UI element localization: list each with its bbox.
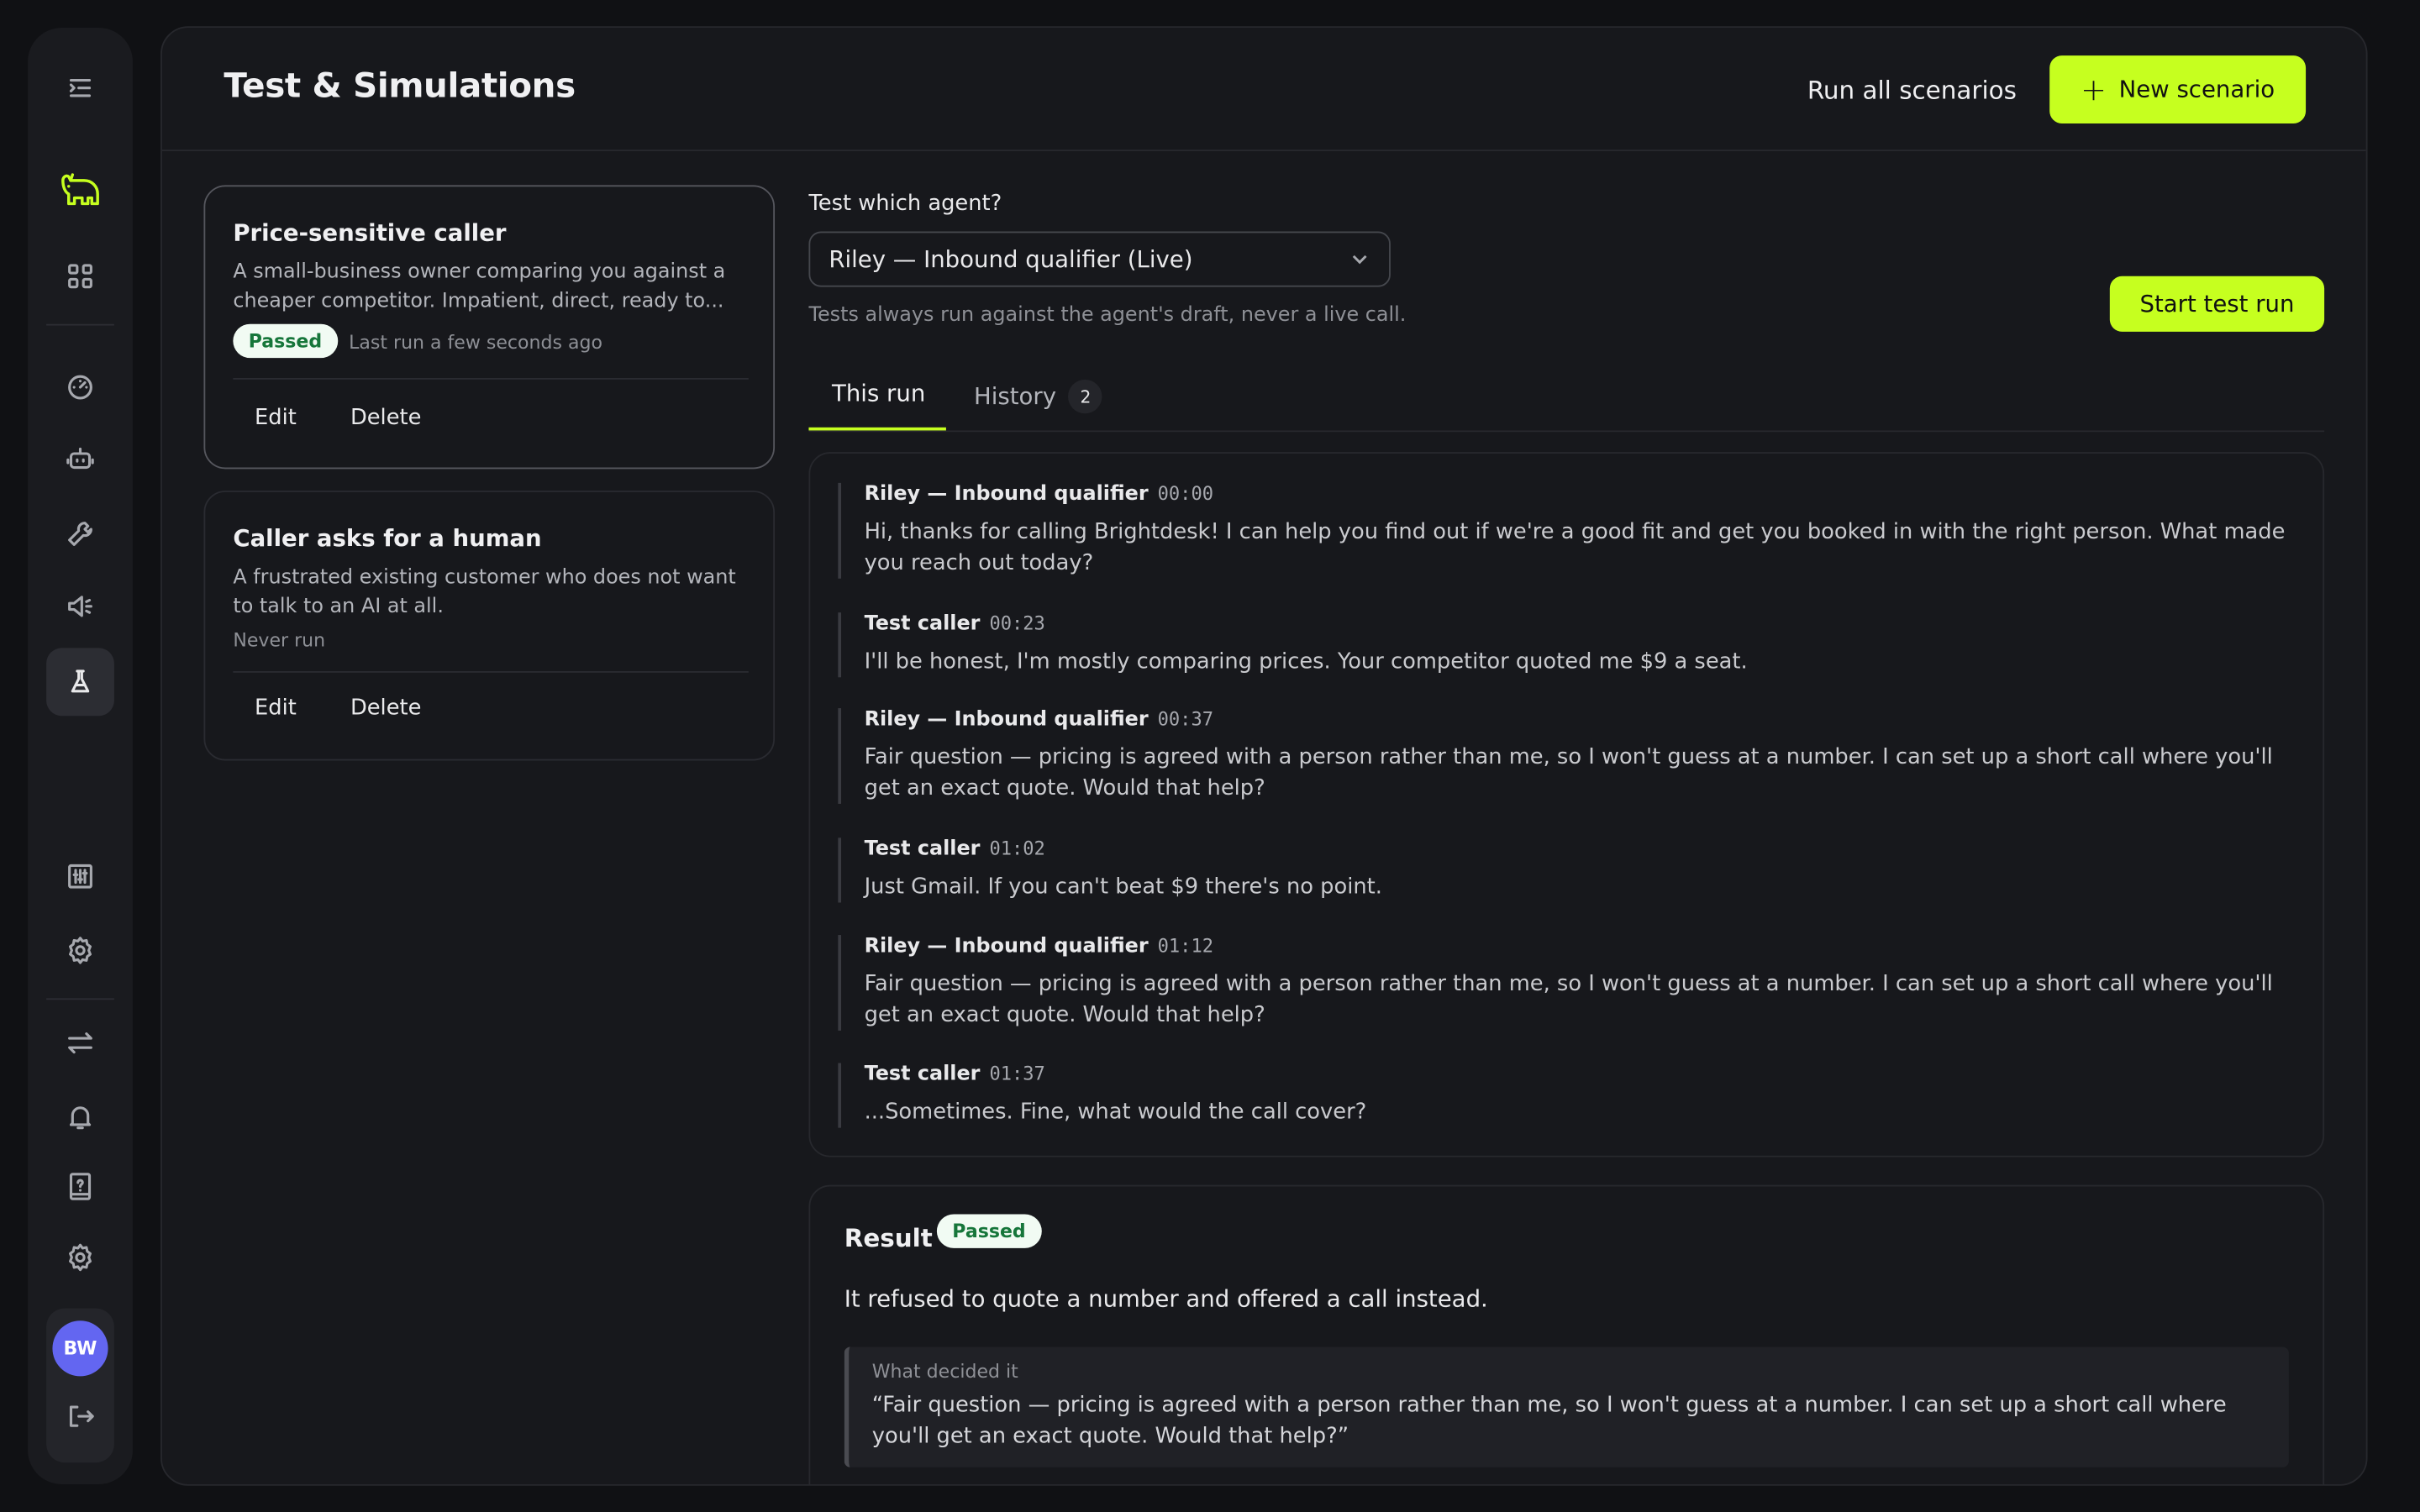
speaker-name: Test caller (864, 837, 981, 861)
scenario-title: Caller asks for a human (233, 524, 542, 553)
edit-button[interactable]: Edit (255, 406, 297, 430)
message-text: Hi, thanks for calling Brightdesk! I can… (864, 519, 2286, 576)
result-title: Result (844, 1223, 933, 1253)
account-gear-icon[interactable] (46, 1224, 114, 1292)
user-panel: BW (46, 1308, 114, 1463)
card-divider (233, 670, 749, 673)
evidence-quote-box: What decided it “Fair question — pricing… (844, 1347, 2289, 1467)
delete-button[interactable]: Delete (350, 696, 421, 720)
message-time: 00:37 (1157, 708, 1213, 730)
gear-icon[interactable] (46, 916, 114, 984)
run-all-scenarios-button[interactable]: Run all scenarios (1798, 70, 2026, 112)
page-title: Test & Simulations (224, 67, 576, 107)
speaker-name: Riley — Inbound qualifier (864, 482, 1149, 507)
history-count-badge: 2 (1068, 379, 1103, 414)
edit-button[interactable]: Edit (255, 696, 297, 720)
speaker-name: Riley — Inbound qualifier (864, 708, 1149, 732)
transcript-message: Riley — Inbound qualifier 00:00 Hi, thank… (838, 482, 2289, 579)
message-text: I'll be honest, I'm mostly comparing pri… (864, 649, 1748, 675)
agent-select-label: Test which agent? (808, 191, 1002, 217)
transcript-message: Riley — Inbound qualifier 00:37 Fair ques… (838, 708, 2289, 804)
swap-arrows-icon[interactable] (46, 1009, 114, 1077)
card-divider (233, 378, 749, 380)
agent-select-value: Riley — Inbound qualifier (Live) (829, 245, 1193, 274)
message-text: Fair question — pricing is agreed with a… (864, 972, 2273, 1028)
transcript-message: Test caller 00:23 I'll be honest, I'm mos… (838, 612, 2289, 678)
transcript-message: Riley — Inbound qualifier 01:12 Fair ques… (838, 935, 2289, 1031)
message-text: Just Gmail. If you can't beat $9 there's… (864, 874, 1382, 900)
transcript-message: Test caller 01:37 ...Sometimes. Fine, wha… (838, 1063, 2289, 1128)
status-badge: Passed (936, 1214, 1042, 1248)
transcript-message: Test caller 01:02 Just Gmail. If you can'… (838, 837, 2289, 903)
tab-this-run[interactable]: This run (832, 380, 925, 423)
message-time: 01:37 (989, 1063, 1045, 1085)
message-time: 00:00 (1157, 482, 1213, 505)
sidebar-divider (46, 323, 114, 326)
collapse-menu-icon[interactable] (46, 54, 114, 122)
new-scenario-label: New scenario (2118, 76, 2275, 104)
chevron-down-icon (1352, 255, 1367, 265)
evidence-quote: “Fair question — pricing is agreed with … (871, 1393, 2227, 1449)
tab-history-label: History (973, 382, 1057, 411)
wrench-icon[interactable] (46, 500, 114, 568)
message-time: 01:12 (1157, 935, 1213, 957)
plus-icon: + (2081, 71, 2107, 108)
page-header: Test & Simulations Run all scenarios + N… (161, 28, 2366, 152)
scenario-description: A frustrated existing customer who does … (233, 566, 736, 619)
agent-select-help: Tests always run against the agent's dra… (808, 303, 1407, 328)
speaker-name: Test caller (864, 612, 981, 636)
help-book-icon[interactable] (46, 1152, 114, 1221)
logout-icon[interactable] (65, 1401, 96, 1432)
robot-icon[interactable] (46, 426, 114, 494)
message-time: 01:02 (989, 837, 1045, 860)
status-badge: Passed (233, 323, 338, 359)
main-panel: Test & Simulations Run all scenarios + N… (160, 26, 2368, 1486)
new-scenario-button[interactable]: + New scenario (2049, 55, 2307, 123)
message-text: Fair question — pricing is agreed with a… (864, 745, 2273, 801)
speaker-name: Riley — Inbound qualifier (864, 935, 1149, 958)
scenario-card[interactable]: Caller asks for a human A frustrated exi… (203, 491, 776, 761)
message-time: 00:23 (989, 612, 1045, 634)
run-tabs: This run History 2 (808, 370, 2325, 433)
start-test-run-button[interactable]: Start test run (2109, 276, 2325, 332)
tab-history[interactable]: History 2 (973, 379, 1103, 429)
transcript-panel: Riley — Inbound qualifier 00:00 Hi, thank… (808, 452, 2325, 1158)
evidence-label: What decided it (871, 1361, 1018, 1383)
bell-icon[interactable] (46, 1083, 114, 1151)
bear-logo-icon[interactable] (46, 155, 114, 223)
sidebar: BW (28, 28, 133, 1484)
scenario-description: A small-business owner comparing you aga… (233, 260, 726, 313)
gauge-icon[interactable] (46, 354, 114, 422)
active-tab-indicator (808, 427, 946, 431)
agent-select[interactable]: Riley — Inbound qualifier (Live) (808, 231, 1391, 287)
flask-icon[interactable] (46, 648, 114, 717)
sliders-icon[interactable] (46, 843, 114, 911)
megaphone-icon[interactable] (46, 572, 114, 640)
avatar[interactable]: BW (52, 1320, 108, 1377)
sidebar-divider (46, 998, 114, 1000)
speaker-name: Test caller (864, 1063, 981, 1087)
result-panel: Result Passed It refused to quote a numb… (808, 1184, 2325, 1484)
last-run-text: Never run (233, 629, 326, 652)
delete-button[interactable]: Delete (350, 406, 421, 430)
scenario-card[interactable]: Price-sensitive caller A small-business … (203, 185, 776, 470)
result-summary: It refused to quote a number and offered… (844, 1285, 1488, 1314)
scenario-title: Price-sensitive caller (233, 218, 507, 247)
dashboard-grid-icon[interactable] (46, 242, 114, 310)
message-text: ...Sometimes. Fine, what would the call … (864, 1100, 1367, 1125)
last-run-text: Last run a few seconds ago (349, 331, 602, 354)
